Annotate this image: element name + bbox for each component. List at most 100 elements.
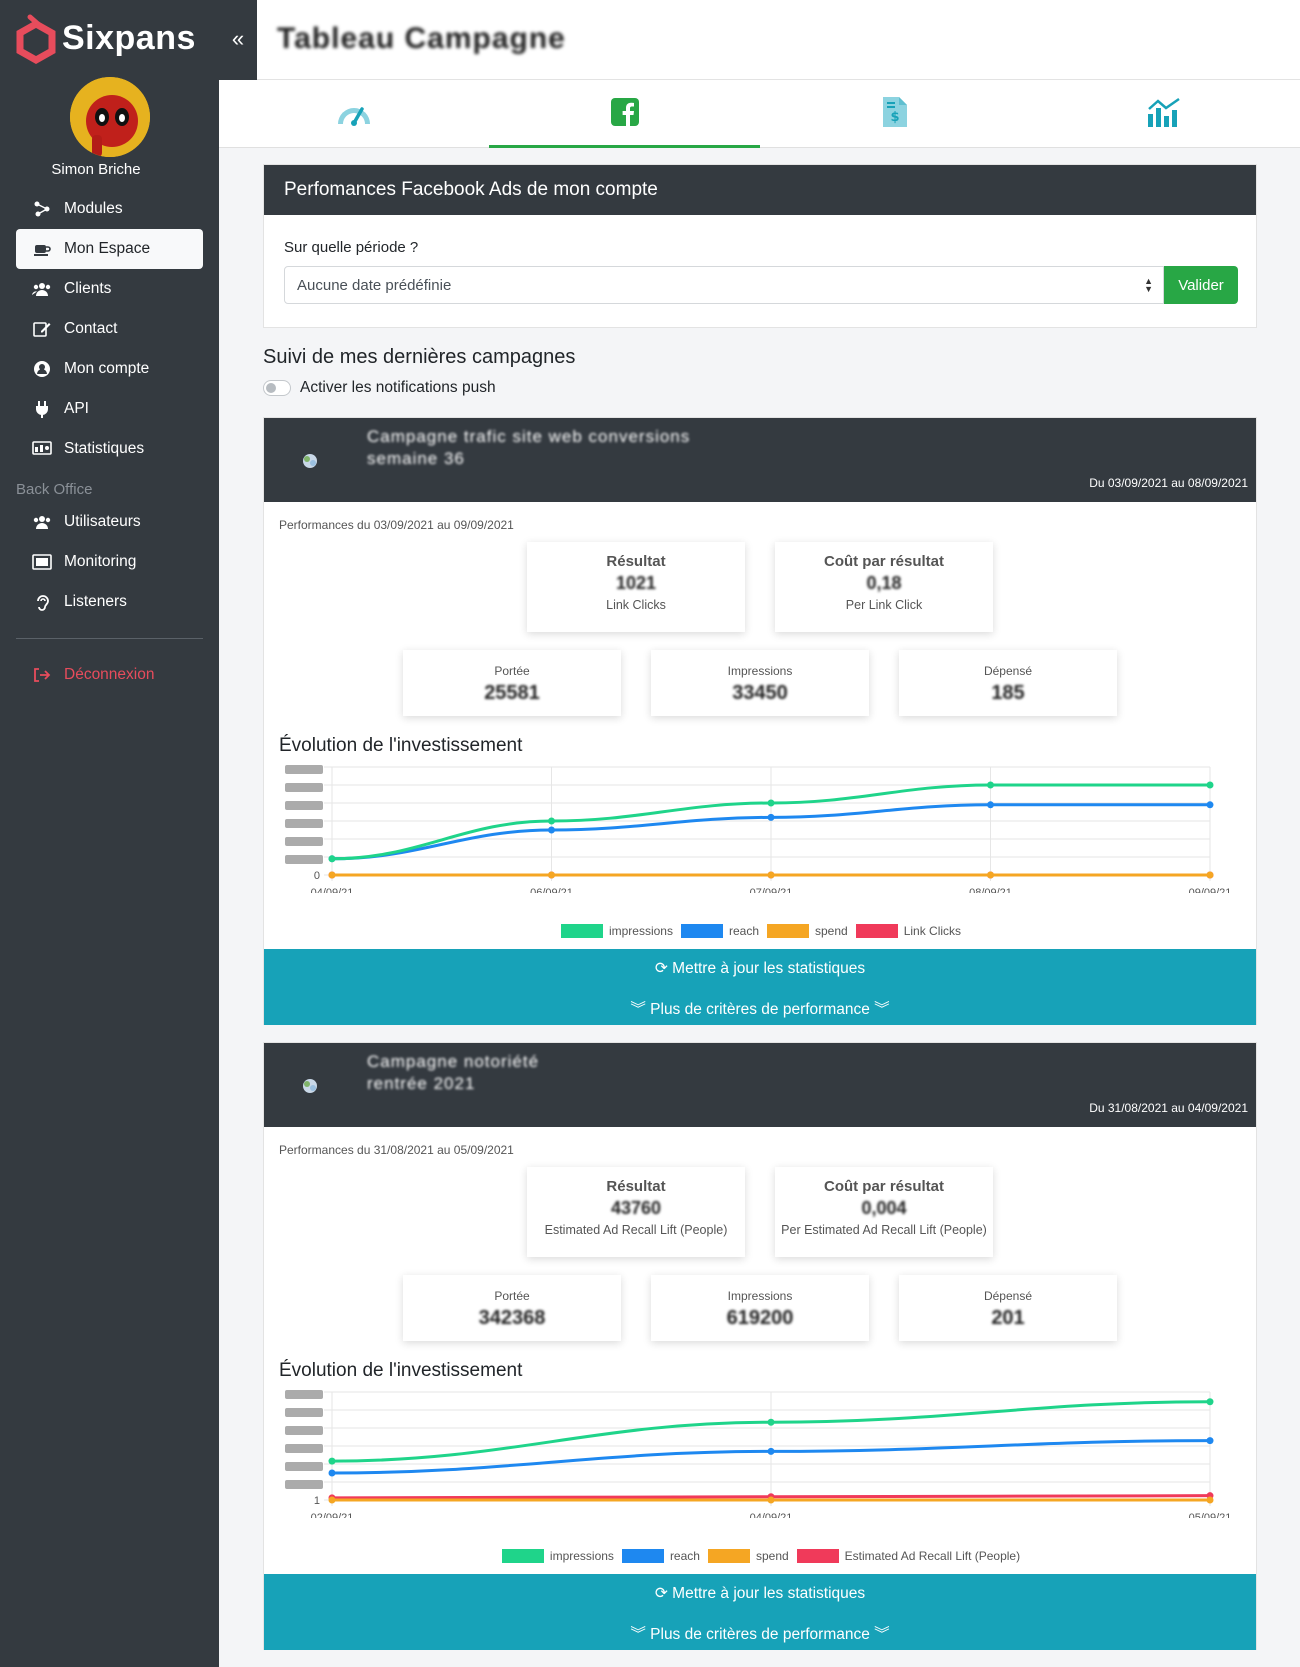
brand-logo[interactable]: Sixpans <box>16 8 206 68</box>
update-stats-link[interactable]: ⟳ Mettre à jour les statistiques <box>264 1584 1256 1603</box>
period-select-value: Aucune date prédéfinie <box>297 276 452 294</box>
sidebar-divider <box>16 638 203 639</box>
push-notifications-toggle[interactable] <box>263 380 291 396</box>
cost-per-result-box: Coût par résultat 0,004 Per Estimated Ad… <box>775 1167 993 1257</box>
more-criteria-link[interactable]: ︾ Plus de critères de performance ︾ <box>264 1622 1256 1644</box>
top-header: Tableau Campagne <box>257 0 1300 80</box>
sidebar-item-clients[interactable]: Clients <box>16 269 203 309</box>
legend-label: reach <box>728 924 759 938</box>
legend-item[interactable]: impressions <box>501 1549 614 1563</box>
data-point <box>1206 1398 1214 1406</box>
result-box: Résultat 1021 Link Clicks <box>527 542 745 632</box>
chevrons-down-icon: ︾ <box>874 1001 890 1018</box>
y-tick-label-blurred <box>285 1408 323 1417</box>
ear-icon <box>32 592 52 612</box>
coffee-icon <box>32 239 52 259</box>
more-criteria-link[interactable]: ︾ Plus de critères de performance ︾ <box>264 997 1256 1019</box>
data-point <box>767 1418 775 1426</box>
sixpans-logo-icon <box>16 14 56 65</box>
result-subtitle: Estimated Ad Recall Lift (People) <box>544 1223 728 1237</box>
sidebar: Sixpans Simon Briche Modules Mon Espace … <box>0 0 219 1667</box>
tab-analytics[interactable] <box>1030 80 1300 148</box>
cost-value: 0,004 <box>861 1198 907 1218</box>
sidebar-item-utilisateurs[interactable]: Utilisateurs <box>16 502 203 542</box>
legend-item[interactable]: impressions <box>560 924 673 938</box>
legend-item[interactable]: reach <box>680 924 759 938</box>
sidebar-item-api[interactable]: API <box>16 389 203 429</box>
y-tick-label-blurred <box>285 783 323 792</box>
cost-title: Coût par résultat <box>823 1178 944 1195</box>
legend-label: spend <box>755 1549 789 1563</box>
legend-item[interactable]: Link Clicks <box>855 924 962 938</box>
impressions-label: Impressions <box>727 664 793 678</box>
legend-item[interactable]: reach <box>621 1549 700 1563</box>
data-point <box>987 871 994 879</box>
legend-swatch <box>796 1549 839 1563</box>
sidebar-item-mon-espace[interactable]: Mon Espace <box>16 229 203 269</box>
users-icon <box>32 279 52 299</box>
avatar[interactable] <box>70 77 150 157</box>
data-point <box>328 871 336 879</box>
data-point <box>1206 1437 1214 1445</box>
x-tick-label: 08/09/21 <box>969 887 1012 893</box>
data-point <box>767 871 775 879</box>
tab-dashboard[interactable] <box>219 80 489 148</box>
validate-button[interactable]: Valider <box>1164 266 1238 304</box>
impressions-value: 619200 <box>726 1307 794 1329</box>
campaign-name-line1: Campagne notoriété <box>367 1052 540 1071</box>
y-tick-label-blurred <box>285 801 323 810</box>
y-tick-label-blurred <box>285 1426 323 1435</box>
performance-dates: Performances du 31/08/2021 au 05/09/2021 <box>279 1143 514 1157</box>
monitor-icon <box>32 552 52 572</box>
legend-swatch <box>560 924 603 938</box>
impressions-box: Impressions 619200 <box>651 1275 869 1341</box>
sidebar-item-contact[interactable]: Contact <box>16 309 203 349</box>
tab-invoices[interactable]: $ <box>760 80 1030 148</box>
result-box: Résultat 43760 Estimated Ad Recall Lift … <box>527 1167 745 1257</box>
reach-box: Portée 25581 <box>403 650 621 716</box>
y-tick-label-blurred <box>285 837 323 846</box>
sidebar-item-modules[interactable]: Modules <box>16 189 203 229</box>
tab-facebook[interactable] <box>489 80 760 148</box>
logout-button[interactable]: Déconnexion <box>16 655 203 695</box>
cost-value: 0,18 <box>866 573 902 593</box>
period-select[interactable]: Aucune date prédéfinie ▲ ▼ <box>284 266 1164 304</box>
x-tick-label: 05/09/21 <box>1189 1512 1229 1518</box>
legend-item[interactable]: spend <box>767 924 848 938</box>
legend-swatch <box>501 1549 544 1563</box>
campaign-name-line2: rentrée 2021 <box>367 1074 476 1093</box>
spend-value: 201 <box>991 1307 1025 1329</box>
collapse-sidebar-button[interactable]: « <box>219 0 257 80</box>
sidebar-item-statistiques[interactable]: Statistiques <box>16 429 203 469</box>
legend-swatch <box>680 924 723 938</box>
result-value: 1021 <box>615 573 657 593</box>
campaign-footer: ⟳ Mettre à jour les statistiques ︾ Plus … <box>264 1574 1256 1650</box>
cost-subtitle: Per Link Click <box>845 598 923 612</box>
legend-label: Link Clicks <box>903 924 962 938</box>
reach-label: Portée <box>494 1289 530 1303</box>
legend-swatch <box>767 924 809 938</box>
user-circle-icon <box>32 359 52 379</box>
legend-item[interactable]: spend <box>707 1549 789 1563</box>
campaign-footer: ⟳ Mettre à jour les statistiques ︾ Plus … <box>264 949 1256 1025</box>
chevrons-down-icon: ︾ <box>630 1001 646 1018</box>
legend-swatch <box>707 1549 750 1563</box>
legend-label: impressions <box>608 924 673 938</box>
reach-value: 342368 <box>478 1307 546 1329</box>
cost-subtitle: Per Estimated Ad Recall Lift (People) <box>781 1223 987 1237</box>
performance-card: Perfomances Facebook Ads de mon compte S… <box>263 164 1257 328</box>
impressions-value: 33450 <box>732 682 788 704</box>
brand-name: Sixpans <box>62 18 196 57</box>
x-tick-label: 07/09/21 <box>750 887 793 893</box>
data-point <box>767 1447 775 1455</box>
update-stats-link[interactable]: ⟳ Mettre à jour les statistiques <box>264 959 1256 978</box>
spend-value: 185 <box>991 682 1025 704</box>
legend-item[interactable]: Estimated Ad Recall Lift (People) <box>796 1549 1020 1563</box>
sidebar-item-mon-compte[interactable]: Mon compte <box>16 349 203 389</box>
campaign-name: Campagne notoriété rentrée 2021 <box>367 1051 817 1095</box>
data-point <box>767 1496 775 1504</box>
sidebar-item-listeners[interactable]: Listeners <box>16 582 203 622</box>
sidebar-item-monitoring[interactable]: Monitoring <box>16 542 203 582</box>
sign-out-icon <box>32 665 52 685</box>
y-tick-label-blurred <box>285 1444 323 1453</box>
